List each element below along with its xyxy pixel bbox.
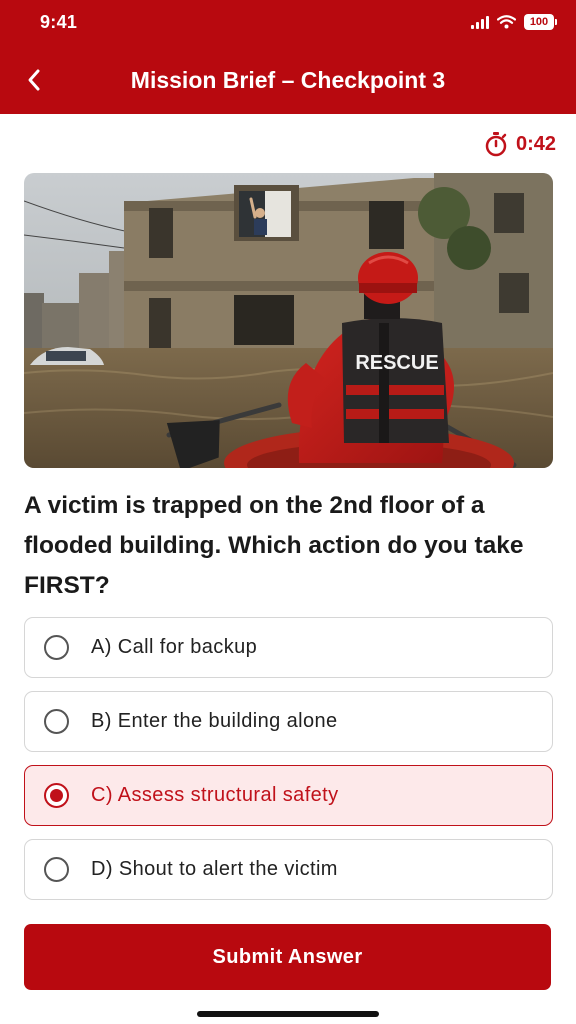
- signal-icon: [471, 15, 489, 29]
- battery-icon: 100: [524, 14, 557, 30]
- option-b[interactable]: B) Enter the building alone: [24, 691, 553, 752]
- flood-rescue-illustration: RESCUE: [24, 173, 553, 468]
- option-c[interactable]: C) Assess structural safety: [24, 765, 553, 826]
- radio-a[interactable]: [44, 635, 69, 660]
- timer-value: 0:42: [515, 132, 556, 155]
- radio-d[interactable]: [44, 857, 69, 882]
- option-label: A) Call for backup: [91, 636, 258, 658]
- option-label: C) Assess structural safety: [91, 784, 339, 806]
- option-label: D) Shout to alert the victim: [91, 858, 338, 880]
- stopwatch-icon: [485, 132, 507, 157]
- page-title: Mission Brief – Checkpoint 3: [130, 67, 446, 93]
- status-icons: 100: [471, 14, 557, 30]
- app-header: 9:41 100 Mission Brief – Checkpoint 3: [0, 0, 576, 114]
- countdown-timer: 0:42: [484, 131, 556, 157]
- radio-c[interactable]: [44, 783, 69, 808]
- submit-answer-button[interactable]: Submit Answer: [24, 924, 551, 990]
- mission-scene-image: RESCUE: [24, 173, 553, 468]
- wifi-icon: [497, 15, 516, 29]
- vest-label: RESCUE: [355, 352, 438, 374]
- status-time: 9:41: [40, 12, 78, 32]
- radio-b[interactable]: [44, 709, 69, 734]
- option-d[interactable]: D) Shout to alert the victim: [24, 839, 553, 900]
- option-a[interactable]: A) Call for backup: [24, 617, 553, 678]
- status-bar: 9:41 100: [0, 0, 576, 44]
- option-label: B) Enter the building alone: [91, 710, 338, 732]
- question-text: A victim is trapped on the 2nd floor of …: [24, 492, 524, 599]
- home-indicator[interactable]: [197, 1011, 379, 1017]
